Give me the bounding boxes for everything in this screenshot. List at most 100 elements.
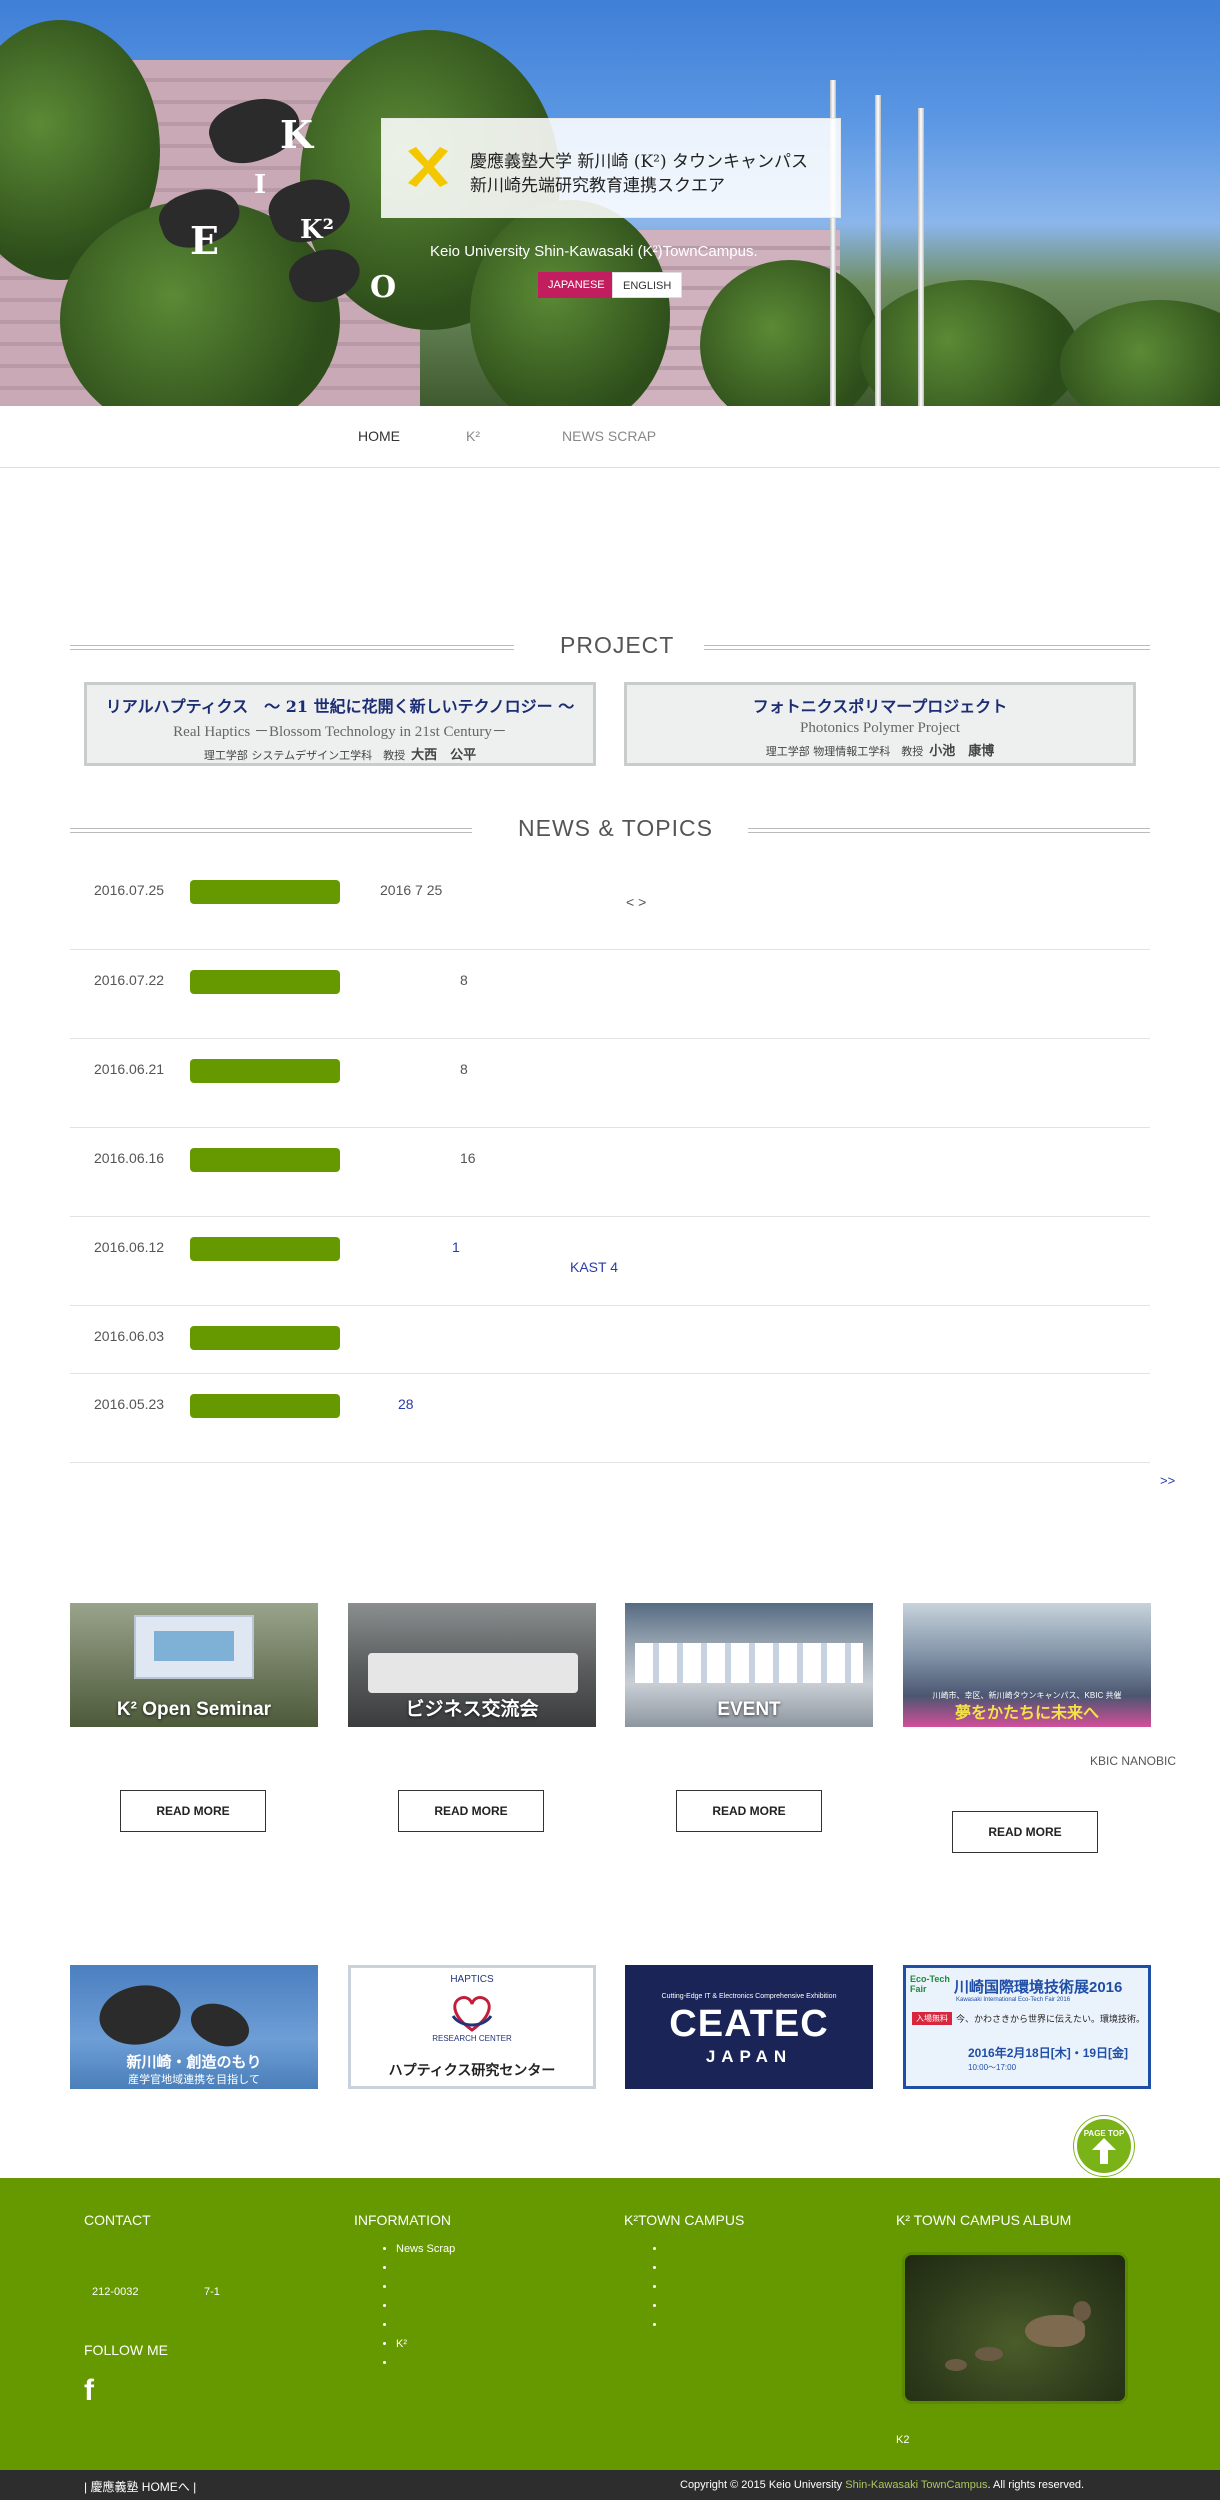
site-title-ja: 慶應義塾大学 新川崎 (K²) タウンキャンパス (470, 152, 808, 172)
footer-info-item[interactable]: K² (396, 2335, 455, 2354)
news-row[interactable]: 2016.07.25 2016 7 25 < > (70, 860, 1150, 950)
hero-flagpole (875, 95, 881, 406)
nav-home[interactable]: HOME (358, 428, 400, 444)
keio-sculpture: K E I K² O (150, 86, 410, 320)
nav-k2[interactable]: K² (466, 428, 480, 444)
duck-shape (1025, 2315, 1085, 2347)
news-category-badge (190, 1394, 340, 1418)
heart-hands-icon (451, 1996, 493, 2032)
footer-town-campus-list (648, 2240, 666, 2335)
read-more-button[interactable]: READ MORE (120, 1790, 266, 1832)
project-card-haptics[interactable]: リアルハプティクス ～ 21 世紀に花開く新しいテクノロジー ～ Real Ha… (84, 682, 596, 766)
banner-haptics-center[interactable]: HAPTICS RESEARCH CENTER ハプティクス研究センター (348, 1965, 596, 2089)
sculpture-silhouette (184, 1995, 256, 2055)
sculpture-letter: I (254, 170, 267, 200)
news-row[interactable]: 2016.05.23 28 (70, 1374, 1150, 1463)
news-link[interactable]: 28 (398, 1396, 414, 1412)
card-side-note: KBIC NANOBIC (1090, 1754, 1177, 1768)
news-category-badge (190, 1059, 340, 1083)
eco-title: 川崎国際環境技術展2016 (954, 1979, 1123, 1996)
banner-ceatec[interactable]: Cutting-Edge IT & Electronics Comprehens… (625, 1965, 873, 2089)
news-text: 8 (460, 972, 468, 988)
news-category-badge (190, 1237, 340, 1261)
copyright: Copyright © 2015 Keio University Shin-Ka… (680, 2479, 1085, 2491)
news-date: 2016.07.22 (94, 972, 165, 988)
page-top-button[interactable]: PAGE TOP (1074, 2116, 1134, 2176)
news-row[interactable]: 2016.07.22 8 (70, 950, 1150, 1039)
news-link[interactable]: 1 (452, 1239, 460, 1255)
keio-pen-logo-icon (408, 147, 448, 187)
hero-banner: K E I K² O 慶應義塾大学 新川崎 (K²) タウンキャンパス 新川崎先… (0, 0, 1220, 406)
read-more-button[interactable]: READ MORE (952, 1811, 1098, 1853)
project-card-photonics[interactable]: フォトニクスポリマープロジェクト Photonics Polymer Proje… (624, 682, 1136, 766)
duck-shape (1073, 2301, 1091, 2321)
haptics-arc-text-2: RESEARCH CENTER (432, 2034, 512, 2043)
news-category-badge (190, 1148, 340, 1172)
site-subtitle-ja: 新川崎先端研究教育連携スクエア (470, 176, 725, 196)
main-nav: HOME K² NEWS SCRAP (0, 406, 1220, 468)
eco-tech-logo: Eco-Tech Fair (910, 1974, 950, 1994)
news-link[interactable]: KAST 4 (570, 1259, 618, 1275)
banner-mori-subtitle: 産学官地域連携を目指して (128, 2074, 260, 2086)
news-text: 8 (460, 1061, 468, 1077)
card-overlay-title: 夢をかたちに未来へ (954, 1705, 1099, 1722)
footer-info-item[interactable] (396, 2259, 455, 2278)
banner-eco-tech-fair[interactable]: Eco-Tech Fair 川崎国際環境技術展2016 Kawasaki Int… (903, 1965, 1151, 2089)
duck-shape (945, 2359, 967, 2371)
news-category-badge (190, 1326, 340, 1350)
album-photo-ducks[interactable] (902, 2252, 1128, 2404)
eco-time: 10:00〜17:00 (968, 2063, 1017, 2072)
footer-info-item[interactable] (396, 2278, 455, 2297)
lang-japanese-button[interactable]: JAPANESE (538, 272, 615, 298)
footer-follow-title: FOLLOW ME (84, 2342, 169, 2358)
project-professor: 理工学部 物理情報工学科 教授 小池 康博 (765, 744, 995, 759)
news-row[interactable]: 2016.06.03 (70, 1306, 1150, 1374)
arrow-up-icon (1092, 2138, 1116, 2164)
news-text: 2016 7 25 (380, 882, 443, 898)
footer-album-title: K² TOWN CAMPUS ALBUM (896, 2212, 1072, 2228)
news-text: 16 (460, 1150, 476, 1166)
banner-mori-title: 新川崎・創造のもり (126, 2054, 262, 2071)
news-pager[interactable]: < > (626, 894, 646, 910)
eco-date: 2016年2月18日[木]・19日[金] (968, 2046, 1129, 2060)
duck-shape (975, 2347, 1003, 2361)
copyright-link[interactable]: Shin-Kawasaki TownCampus (845, 2479, 987, 2491)
bottom-bar: | 慶應義塾 HOMEへ | Copyright © 2015 Keio Uni… (0, 2470, 1220, 2500)
banner-souzou-no-mori[interactable]: 新川崎・創造のもり 産学官地域連携を目指して (70, 1965, 318, 2089)
news-date: 2016.06.12 (94, 1239, 165, 1255)
footer-info-item[interactable] (396, 2297, 455, 2316)
divider (70, 645, 514, 650)
news-row[interactable]: 2016.06.12 1 KAST 4 (70, 1217, 1150, 1306)
footer-postal-code: 212-0032 (92, 2286, 139, 2298)
project-heading: PROJECT (560, 632, 675, 658)
news-row[interactable]: 2016.06.21 8 (70, 1039, 1150, 1128)
news-more-link[interactable]: >> (1160, 1473, 1175, 1488)
card-business-exchange-image[interactable]: ビジネス交流会 (348, 1603, 596, 1727)
card-open-seminar-image[interactable]: K² Open Seminar (70, 1603, 318, 1727)
nav-news-scrap[interactable]: NEWS SCRAP (562, 428, 656, 444)
footer-info-item[interactable]: News Scrap (396, 2240, 455, 2259)
news-date: 2016.06.16 (94, 1150, 165, 1166)
sculpture-letter: K (280, 112, 314, 157)
read-more-button[interactable]: READ MORE (398, 1790, 544, 1832)
project-title-en: Photonics Polymer Project (800, 720, 960, 736)
read-more-button[interactable]: READ MORE (676, 1790, 822, 1832)
card-kids-event-image[interactable]: 川崎市、幸区、新川崎タウンキャンパス、KBIC 共催 夢をかたちに未来へ (903, 1603, 1151, 1727)
keio-home-link[interactable]: | 慶應義塾 HOMEへ | (84, 2478, 196, 2495)
hero-tree (1060, 300, 1220, 406)
card-event-image[interactable]: EVENT (625, 1603, 873, 1727)
footer-address: 7-1 (204, 2286, 220, 2298)
card-caption: K² Open Seminar (116, 1699, 272, 1720)
news-row[interactable]: 2016.06.16 16 (70, 1128, 1150, 1217)
news-date: 2016.06.03 (94, 1328, 165, 1344)
lang-english-button[interactable]: ENGLISH (612, 272, 683, 298)
footer-info-item[interactable] (396, 2354, 455, 2373)
facebook-icon[interactable]: f (84, 2374, 94, 2408)
footer-info-item[interactable] (396, 2316, 455, 2335)
footer-contact-title: CONTACT (84, 2212, 151, 2228)
sculpture-letter: K² (300, 215, 334, 245)
site-title-box[interactable]: 慶應義塾大学 新川崎 (K²) タウンキャンパス 新川崎先端研究教育連携スクエア (381, 118, 841, 218)
footer: CONTACT 212-0032 7-1 FOLLOW ME f INFORMA… (0, 2178, 1220, 2470)
news-category-badge (190, 880, 340, 904)
sculpture-letter: O (370, 270, 397, 305)
